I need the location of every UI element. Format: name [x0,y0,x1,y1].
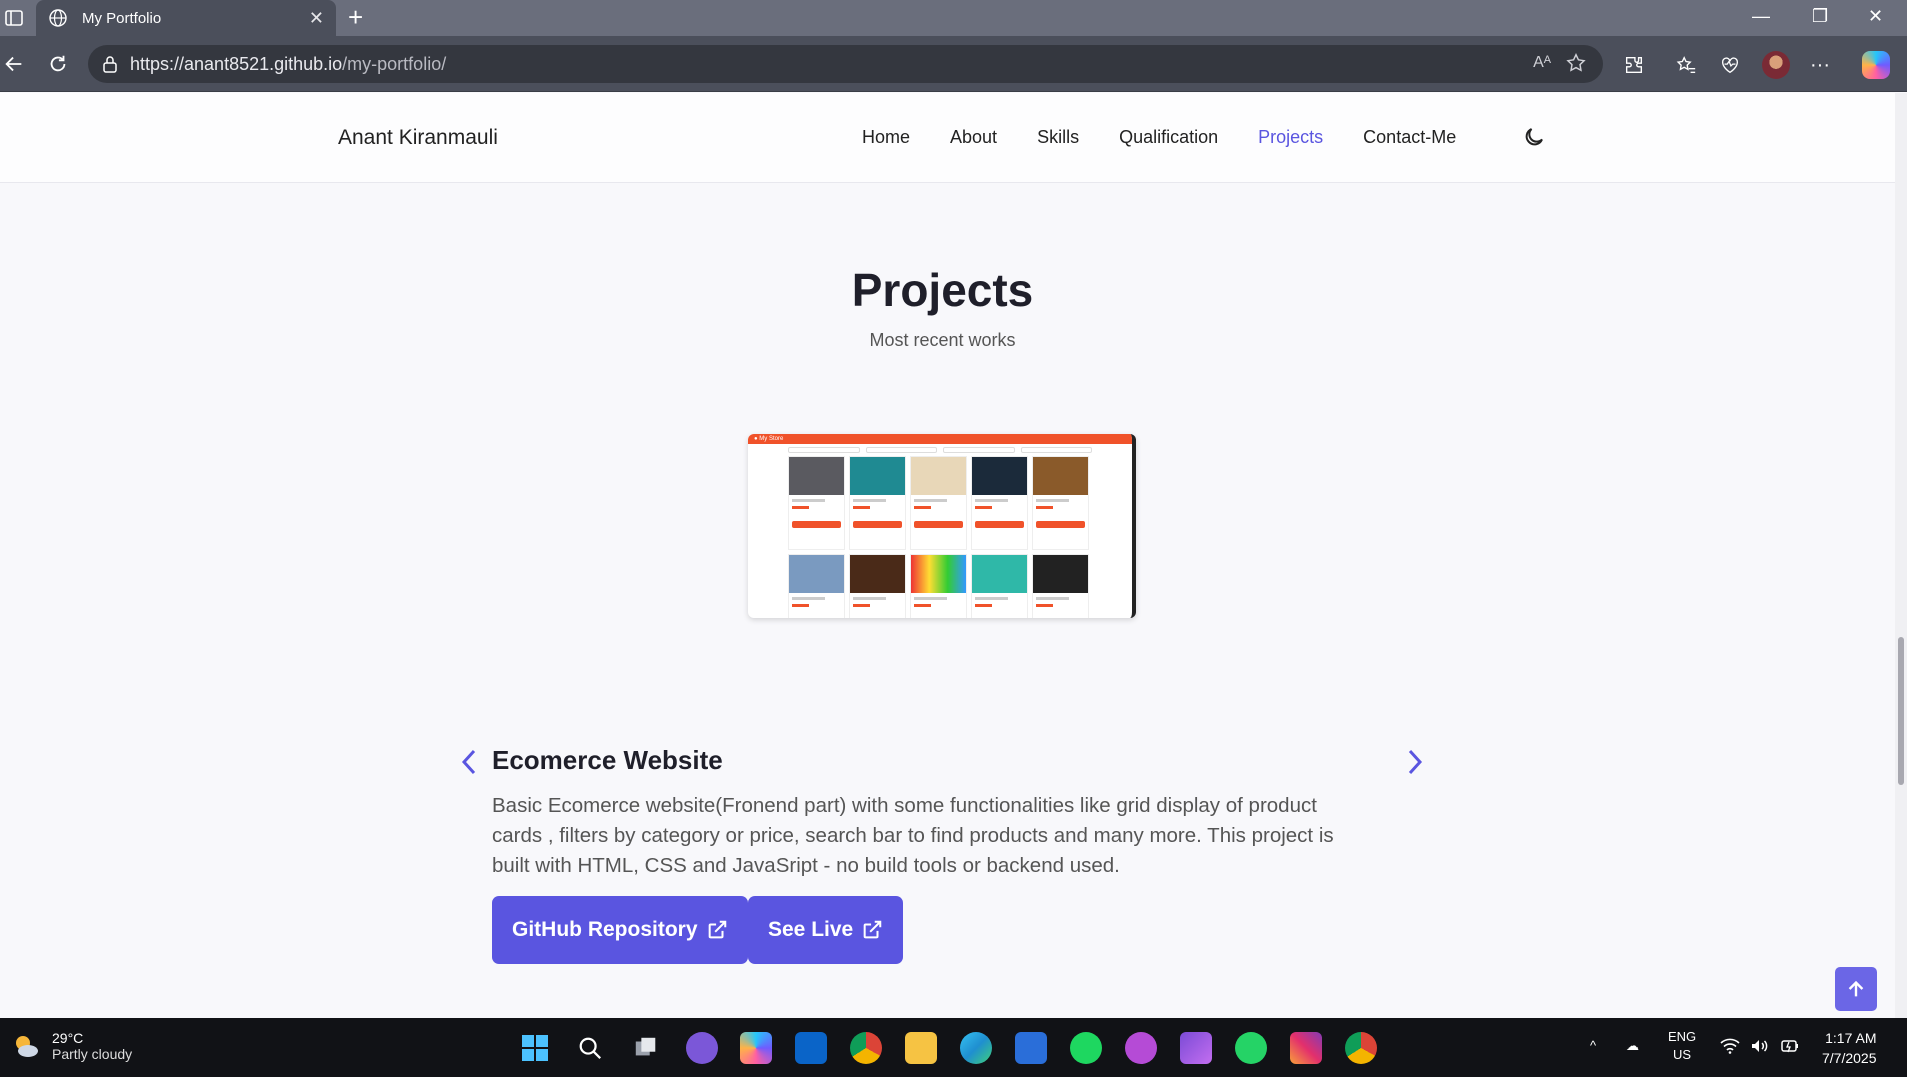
restore-icon[interactable]: ❐ [1812,6,1828,27]
see-live-button[interactable]: See Live [748,896,904,964]
preview-card [1032,554,1089,618]
preview-card [788,456,845,550]
read-aloud-icon[interactable]: Aᴬ [1533,54,1551,72]
nav-home[interactable]: Home [862,127,910,148]
preview-card [910,456,967,550]
microsoft-store-icon[interactable] [1015,1032,1047,1064]
obs-record-icon[interactable] [1125,1032,1157,1064]
site-logo[interactable]: Anant Kiranmauli [338,126,498,150]
url-field[interactable]: https://anant8521.github.io/my-portfolio… [88,45,1603,83]
browser-tab-bar: My Portfolio ✕ + — ❐ ✕ [0,0,1907,36]
chrome-icon[interactable] [850,1032,882,1064]
external-link-icon [708,920,726,939]
weather-condition: Partly cloudy [52,1046,133,1062]
chrome-profile-icon[interactable] [1345,1032,1377,1064]
favorites-icon[interactable] [1674,53,1698,77]
close-tab-icon[interactable]: ✕ [309,8,324,29]
windows-taskbar: 29°C Partly cloudy ^ ☁ ENG US 1:17 AM 7/… [0,1018,1907,1077]
main-nav: Home About Skills Qualification Projects… [862,127,1496,148]
project-preview-image: ● My Store [748,434,1136,618]
file-explorer-icon[interactable] [905,1032,937,1064]
weather-widget[interactable]: 29°C Partly cloudy [10,1030,132,1062]
github-desktop-icon[interactable] [686,1032,718,1064]
nav-qualification[interactable]: Qualification [1119,127,1218,148]
language-code: ENG [1668,1029,1697,1044]
new-tab-icon[interactable]: + [348,4,363,30]
show-hidden-icons-icon[interactable]: ^ [1590,1038,1596,1053]
portfolio-page: Anant Kiranmauli Home About Skills Quali… [0,93,1907,1018]
more-options-icon[interactable]: ··· [1808,53,1832,77]
favorite-star-icon[interactable] [1565,52,1587,74]
close-window-icon[interactable]: ✕ [1868,6,1883,27]
preview-card [849,456,906,550]
wifi-icon[interactable] [1720,1038,1740,1057]
copilot-icon[interactable] [1862,51,1890,79]
task-view-icon[interactable] [630,1032,662,1064]
address-bar-row: https://anant8521.github.io/my-portfolio… [0,36,1907,92]
external-link-icon [863,920,882,939]
page-scrollbar[interactable] [1895,93,1907,1018]
github-repository-button[interactable]: GitHub Repository [492,896,748,964]
project-title: Ecomerce Website [492,745,723,775]
system-clock[interactable]: 1:17 AM 7/7/2025 [1822,1028,1877,1068]
clock-time: 1:17 AM [1825,1030,1877,1046]
preview-card [910,554,967,618]
edge-icon[interactable] [960,1032,992,1064]
see-live-label: See Live [768,918,854,941]
site-header: Anant Kiranmauli Home About Skills Quali… [0,93,1907,183]
globe-icon [48,8,68,28]
clipchamp-icon[interactable] [1180,1032,1212,1064]
nav-projects[interactable]: Projects [1258,127,1323,148]
outlook-icon[interactable] [795,1032,827,1064]
browser-tab[interactable]: My Portfolio ✕ [36,0,336,36]
url-path: /my-portfolio/ [342,53,447,74]
preview-card [849,554,906,618]
minimize-icon[interactable]: — [1752,6,1770,27]
browser-essentials-icon[interactable] [1718,53,1742,77]
spotify-icon[interactable] [1070,1032,1102,1064]
extensions-icon[interactable] [1622,53,1646,77]
microsoft-365-icon[interactable] [740,1032,772,1064]
carousel-prev-arrow-icon[interactable] [458,747,480,777]
nav-skills[interactable]: Skills [1037,127,1079,148]
preview-card [788,554,845,618]
refresh-icon[interactable] [46,52,70,76]
onedrive-cloud-icon[interactable]: ☁ [1626,1038,1639,1054]
region-code: US [1673,1047,1692,1062]
nav-contact-me[interactable]: Contact-Me [1363,127,1456,148]
clock-date: 7/7/2025 [1822,1050,1877,1066]
profile-avatar[interactable] [1762,51,1790,79]
back-icon[interactable] [2,52,26,76]
partly-cloudy-icon [16,1036,38,1057]
preview-filters [748,444,1132,456]
carousel-next-arrow-icon[interactable] [1404,747,1426,777]
dark-mode-moon-icon[interactable] [1522,125,1546,149]
language-indicator[interactable]: ENG US [1668,1028,1696,1064]
volume-icon[interactable] [1750,1038,1770,1057]
section-title: Projects [851,264,1034,316]
preview-store-header: ● My Store [748,434,1132,444]
preview-card [1032,456,1089,550]
section-subtitle: Most recent works [869,330,1016,350]
arrow-up-icon [1848,980,1864,997]
url-host: https://anant8521.github.io [130,53,343,74]
lock-icon [103,56,117,73]
search-icon[interactable] [574,1032,606,1064]
tab-title: My Portfolio [82,9,162,27]
project-description: Basic Ecomerce website(Fronend part) wit… [492,794,1334,877]
preview-card [971,554,1028,618]
scrollbar-thumb[interactable] [1898,637,1904,785]
github-button-label: GitHub Repository [512,918,698,941]
preview-card [971,456,1028,550]
instagram-icon[interactable] [1290,1032,1322,1064]
preview-store-name: My Store [759,436,784,442]
nav-about[interactable]: About [950,127,997,148]
scroll-to-top-button[interactable] [1835,967,1877,1011]
sidebar-toggle-icon[interactable] [4,8,24,28]
weather-temperature: 29°C [52,1030,84,1046]
start-icon[interactable] [519,1032,551,1064]
whatsapp-icon[interactable] [1235,1032,1267,1064]
preview-product-grid [748,456,1132,618]
battery-icon[interactable] [1780,1038,1800,1057]
